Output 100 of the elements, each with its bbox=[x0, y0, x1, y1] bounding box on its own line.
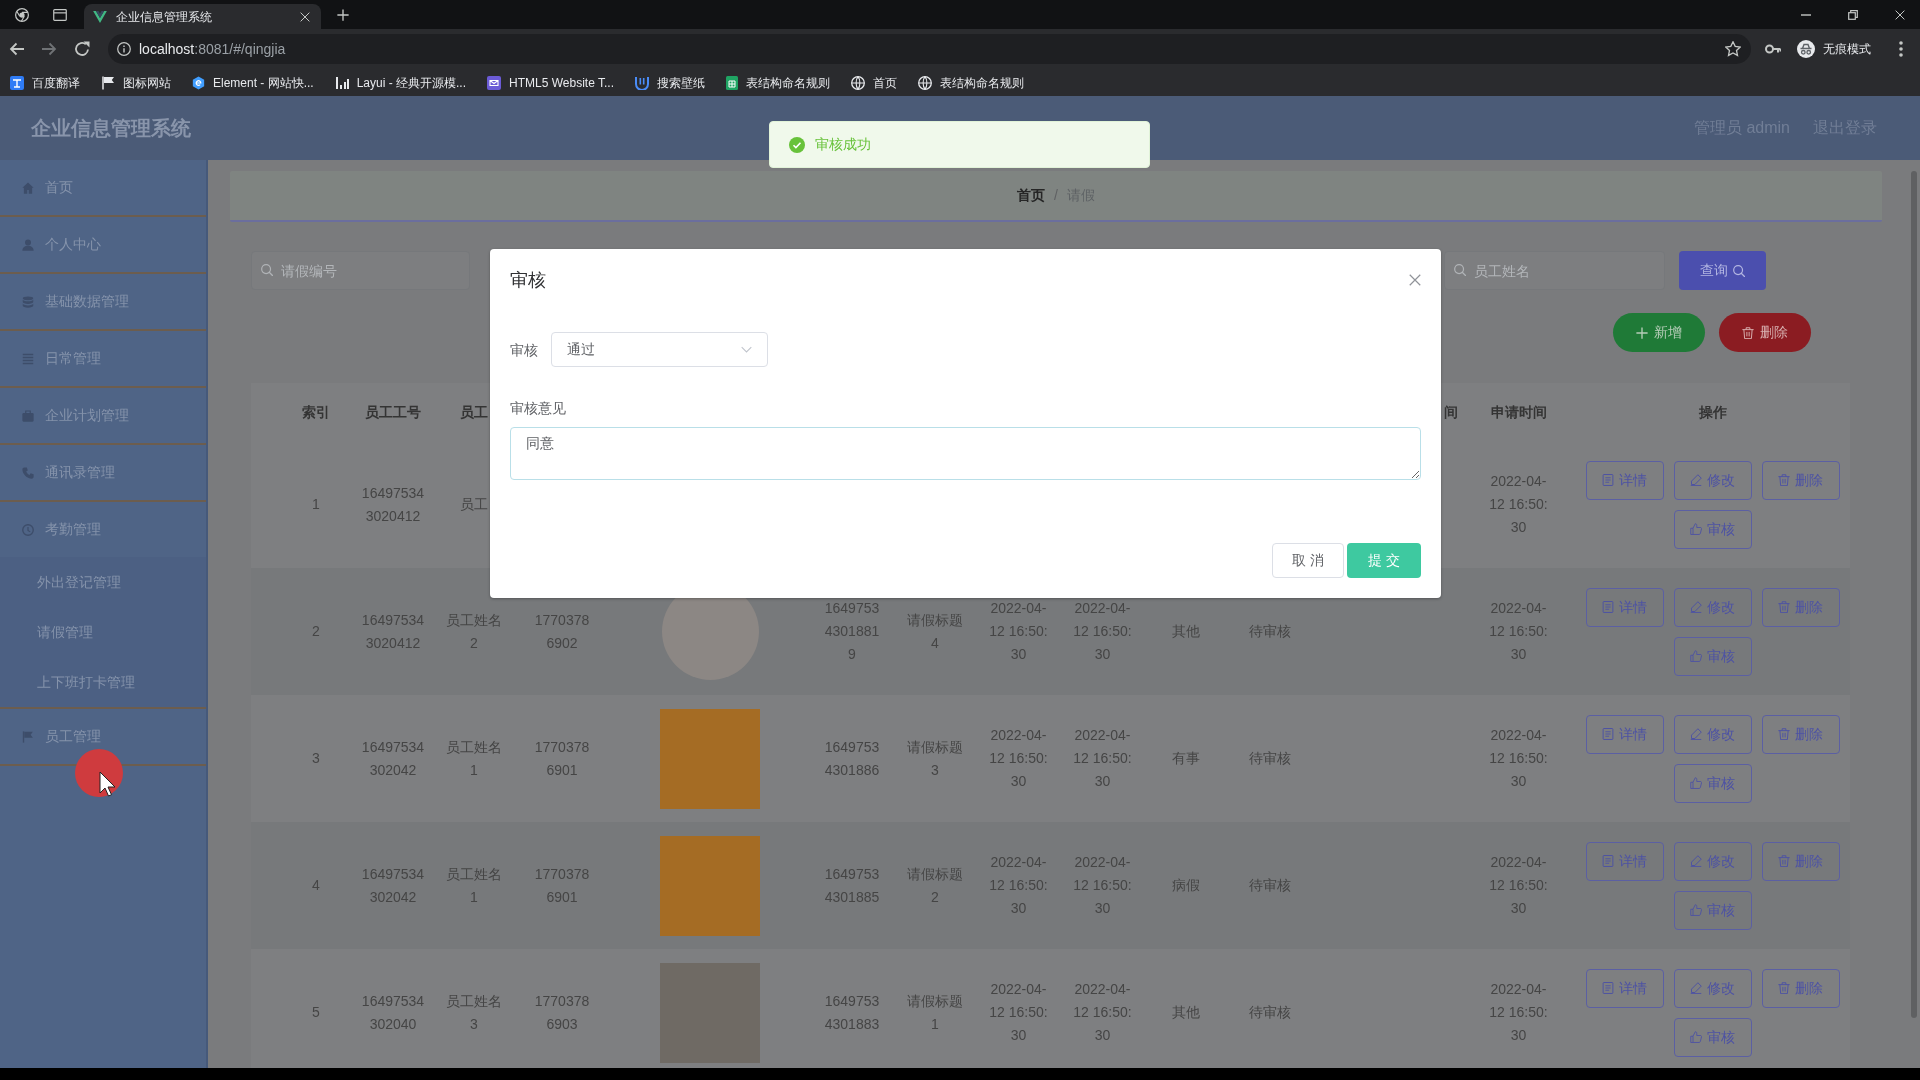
phone-icon bbox=[22, 466, 34, 479]
home-icon bbox=[22, 181, 34, 194]
bookmark[interactable]: Element - 网站快... bbox=[192, 73, 314, 92]
employee-number: 16497534302040 bbox=[360, 991, 426, 1034]
globe-icon bbox=[918, 75, 932, 90]
search-icon bbox=[1454, 264, 1466, 276]
search-field[interactable]: 请假编号 bbox=[251, 251, 470, 290]
u-logo-icon bbox=[635, 75, 649, 90]
click-marker-icon bbox=[75, 749, 123, 797]
add-button[interactable]: 新增 bbox=[1613, 313, 1705, 352]
star-icon[interactable] bbox=[1725, 41, 1741, 57]
back-icon[interactable] bbox=[9, 41, 25, 57]
database-icon bbox=[22, 295, 34, 308]
pen-icon bbox=[1690, 728, 1702, 740]
bookmark[interactable]: HTML5 Website T... bbox=[487, 73, 614, 92]
more-icon[interactable] bbox=[1899, 41, 1903, 57]
browser-tab[interactable]: 企业信息管理系统 bbox=[84, 4, 321, 29]
leave-title: 请假标题1 bbox=[906, 991, 964, 1034]
thumb-icon bbox=[1690, 650, 1702, 662]
pen-icon bbox=[1690, 474, 1702, 486]
bookmark[interactable]: 表结构命名规则 bbox=[726, 73, 830, 92]
minimize-icon[interactable] bbox=[1801, 13, 1811, 16]
comment-field[interactable]: 同意 bbox=[510, 427, 1421, 480]
chevron-down-icon bbox=[741, 346, 752, 353]
apply-time: 2022-04-12 16:50:30 bbox=[1488, 472, 1549, 537]
apply-time: 2022-04-12 16:50:30 bbox=[1488, 726, 1549, 791]
restore-icon[interactable] bbox=[1848, 9, 1858, 20]
thumb-icon bbox=[1690, 777, 1702, 789]
browser-logo-icon[interactable] bbox=[15, 7, 29, 22]
window-icon[interactable] bbox=[53, 8, 67, 21]
row-index: 3 bbox=[312, 750, 320, 766]
column-header: 员工工号 bbox=[365, 403, 421, 420]
document-icon bbox=[1602, 601, 1614, 613]
trash-icon bbox=[1778, 855, 1790, 867]
v-logo-icon bbox=[93, 10, 107, 23]
close-icon[interactable] bbox=[300, 11, 310, 22]
app-title: 企业信息管理系统 bbox=[31, 116, 191, 141]
new-tab-icon[interactable] bbox=[337, 8, 349, 21]
cancel-button[interactable]: 取消 bbox=[1272, 543, 1344, 578]
message-text: 审核成功 bbox=[815, 135, 871, 154]
bookmark[interactable]: Layui - 经典开源模... bbox=[334, 73, 467, 92]
check-circle-icon bbox=[789, 136, 805, 153]
row-index: 1 bbox=[312, 496, 320, 512]
address-bar[interactable]: localhost:8081/#/qingjia bbox=[108, 34, 1751, 64]
profile-icon[interactable] bbox=[1797, 40, 1815, 58]
employee-number: 16497534302042 bbox=[360, 737, 426, 780]
search-icon bbox=[1733, 264, 1745, 277]
search-button[interactable]: 查询 bbox=[1679, 251, 1766, 290]
start-time: 2022-04-12 16:50:30 bbox=[988, 726, 1049, 791]
clock-icon bbox=[22, 523, 34, 536]
breadcrumb-link[interactable]: 首页 bbox=[1017, 185, 1046, 206]
bookmark[interactable]: 图标网站 bbox=[101, 73, 171, 92]
thumb-icon bbox=[1690, 904, 1702, 916]
plus-icon bbox=[1636, 326, 1648, 339]
field-label: 审核 bbox=[510, 340, 538, 360]
document-icon bbox=[1602, 982, 1614, 994]
reload-icon[interactable] bbox=[74, 41, 90, 57]
field-label: 审核意见 bbox=[510, 399, 566, 418]
scrollbar-thumb[interactable] bbox=[1911, 171, 1917, 1018]
bookmark[interactable]: 首页 bbox=[851, 73, 897, 92]
trash-icon bbox=[1778, 982, 1790, 994]
trash-icon bbox=[1778, 728, 1790, 740]
hexagon-logo-icon bbox=[192, 75, 205, 90]
leave-number: 16497534301883 bbox=[823, 991, 881, 1034]
document-icon bbox=[1602, 855, 1614, 867]
pen-icon bbox=[1690, 982, 1702, 994]
row-index: 5 bbox=[312, 1004, 320, 1020]
close-icon[interactable] bbox=[1895, 9, 1905, 20]
leave-title: 请假标题3 bbox=[906, 737, 964, 780]
phone-number: 17703786901 bbox=[533, 737, 591, 780]
dialog-title: 审核 bbox=[510, 269, 546, 292]
thumb-icon bbox=[1690, 1031, 1702, 1043]
info-icon[interactable] bbox=[117, 42, 131, 56]
search-icon bbox=[261, 264, 273, 276]
breadcrumb-separator: / bbox=[1054, 186, 1058, 205]
column-header: 索引 bbox=[302, 403, 330, 420]
trash-icon bbox=[1778, 601, 1790, 613]
flag-icon bbox=[101, 75, 115, 90]
forward-icon[interactable] bbox=[41, 41, 57, 57]
bars-icon bbox=[334, 75, 349, 90]
user-icon bbox=[22, 238, 34, 251]
submit-button[interactable]: 提交 bbox=[1347, 543, 1421, 578]
column-header: 间 bbox=[1444, 403, 1458, 420]
delete-button[interactable]: 删除 bbox=[1719, 313, 1811, 352]
square-logo-icon bbox=[10, 75, 24, 90]
bookmark[interactable]: 百度翻译 bbox=[10, 73, 80, 92]
select-field[interactable]: 通过 bbox=[551, 332, 768, 367]
envelope-icon bbox=[487, 75, 502, 90]
profile-label: 无痕模式 bbox=[1823, 41, 1871, 58]
pen-icon bbox=[1690, 855, 1702, 867]
bookmark[interactable]: 表结构命名规则 bbox=[918, 73, 1024, 92]
trash-icon bbox=[1778, 474, 1790, 486]
globe-icon bbox=[851, 75, 865, 90]
end-time: 2022-04-12 16:50:30 bbox=[1072, 726, 1133, 791]
url-text: localhost:8081/#/qingjia bbox=[139, 39, 286, 59]
bookmark[interactable]: 搜索壁纸 bbox=[635, 73, 705, 92]
briefcase-icon bbox=[22, 409, 34, 422]
apply-time: 2022-04-12 16:50:30 bbox=[1488, 980, 1549, 1045]
thumb-icon bbox=[1690, 523, 1702, 535]
document-icon bbox=[1602, 728, 1614, 740]
